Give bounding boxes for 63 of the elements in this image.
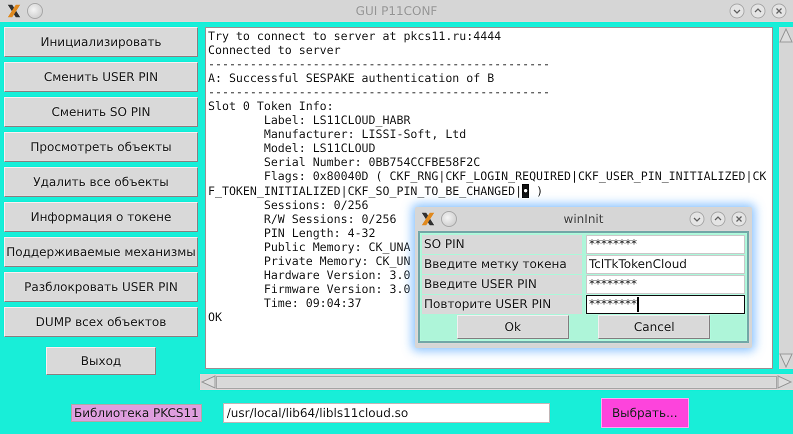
sidebar-button[interactable]: Поддерживаемые механизмы [4, 237, 198, 267]
log-line: Private Memory: CK_UN [262, 254, 410, 268]
sidebar-button[interactable]: Удалить все объекты [4, 167, 198, 197]
dialog-button[interactable]: Ok [456, 315, 569, 339]
log-line: Serial Number: 0BB754CCFBE58F2C [262, 155, 480, 170]
log-line: ------------------------------------------------- [208, 57, 550, 72]
vertical-scrollbar[interactable] [779, 27, 793, 369]
scroll-right-icon[interactable] [777, 375, 793, 389]
scroll-left-icon[interactable] [200, 375, 216, 389]
sidebar-button[interactable]: Сменить USER PIN [4, 62, 198, 92]
scroll-up-icon[interactable] [779, 27, 793, 43]
input-field[interactable]: ******** [586, 235, 745, 254]
log-line: Public Memory: CK_UNA [262, 240, 410, 254]
log-line: Model: LS11CLOUD [262, 141, 376, 156]
library-path-field[interactable]: /usr/local/lib64/libls11cloud.so [222, 403, 550, 424]
scroll-down-icon[interactable] [779, 353, 793, 369]
input-field[interactable]: ******** [586, 295, 745, 314]
log-line: Flags: 0x80040D ( CKF_RNG|CKF_LOGIN_REQUIRED|CKF_USER_PIN_INITIALIZED|CK [262, 169, 766, 184]
exit-button[interactable]: Выход [46, 347, 156, 375]
log-line: R/W Sessions: 0/256 [262, 212, 396, 226]
sidebar-button[interactable]: Информация о токене [4, 202, 198, 232]
log-line: Firmware Version: 3.0 [262, 282, 410, 296]
field-label: Повторите USER PIN [422, 295, 582, 314]
log-line: Label: LS11CLOUD_HABR [262, 113, 410, 128]
log-line: Connected to server [208, 43, 341, 58]
log-line: ------------------------------------------------- [208, 85, 550, 100]
log-line: Slot 0 Token Info: [208, 99, 334, 114]
maximize-button[interactable] [750, 3, 766, 19]
sidebar-button[interactable]: DUMP всех объектов [4, 307, 198, 337]
log-line: A: Successful SESPAKE authentication of B [208, 71, 494, 86]
dialog-button[interactable]: Cancel [598, 315, 710, 339]
scrollbar-thumb[interactable] [216, 376, 777, 388]
field-label: Введите метку токена [422, 255, 582, 274]
log-line: Try to connect to server at pkcs11.ru:4444 [208, 29, 502, 44]
minimize-button[interactable] [729, 3, 745, 19]
close-button[interactable] [731, 211, 747, 227]
input-field[interactable]: TclTkTokenCloud [586, 255, 745, 274]
dialog-title: winInit [564, 212, 604, 226]
sidebar-button[interactable]: Разблокровать USER PIN [4, 272, 198, 302]
log-line: F_TOKEN_INITIALIZED|CKF_SO_PIN_TO_BE_CHANGED|• ) [208, 184, 544, 198]
log-line: OK [208, 310, 222, 324]
maximize-button[interactable] [710, 211, 726, 227]
field-label: SO PIN [422, 235, 582, 254]
minimize-button[interactable] [689, 211, 705, 227]
log-line: PIN Length: 4-32 [262, 226, 376, 240]
sidebar-button[interactable]: Просмотреть объекты [4, 132, 198, 162]
sidebar-button[interactable]: Инициализировать [4, 27, 198, 57]
log-line: Time: 09:04:37 [262, 296, 362, 310]
field-label: Введите USER PIN [422, 275, 582, 294]
log-line: Manufacturer: LISSI-Soft, Ltd [262, 127, 466, 142]
window-title: GUI P11CONF [356, 4, 438, 18]
close-button[interactable] [771, 3, 787, 19]
horizontal-scrollbar[interactable] [200, 374, 793, 390]
sidebar-button[interactable]: Сменить SO PIN [4, 97, 198, 127]
menu-button[interactable] [441, 211, 457, 227]
log-line: Hardware Version: 3.0 [262, 268, 410, 282]
input-field[interactable]: ******** [586, 275, 745, 294]
x-logo-icon [420, 211, 436, 227]
library-label: Библиотека PKCS11 [71, 404, 202, 422]
menu-button[interactable] [27, 3, 43, 19]
choose-button[interactable]: Выбрать... [600, 398, 689, 428]
x-logo-icon [6, 3, 22, 19]
log-line: Sessions: 0/256 [264, 198, 369, 212]
